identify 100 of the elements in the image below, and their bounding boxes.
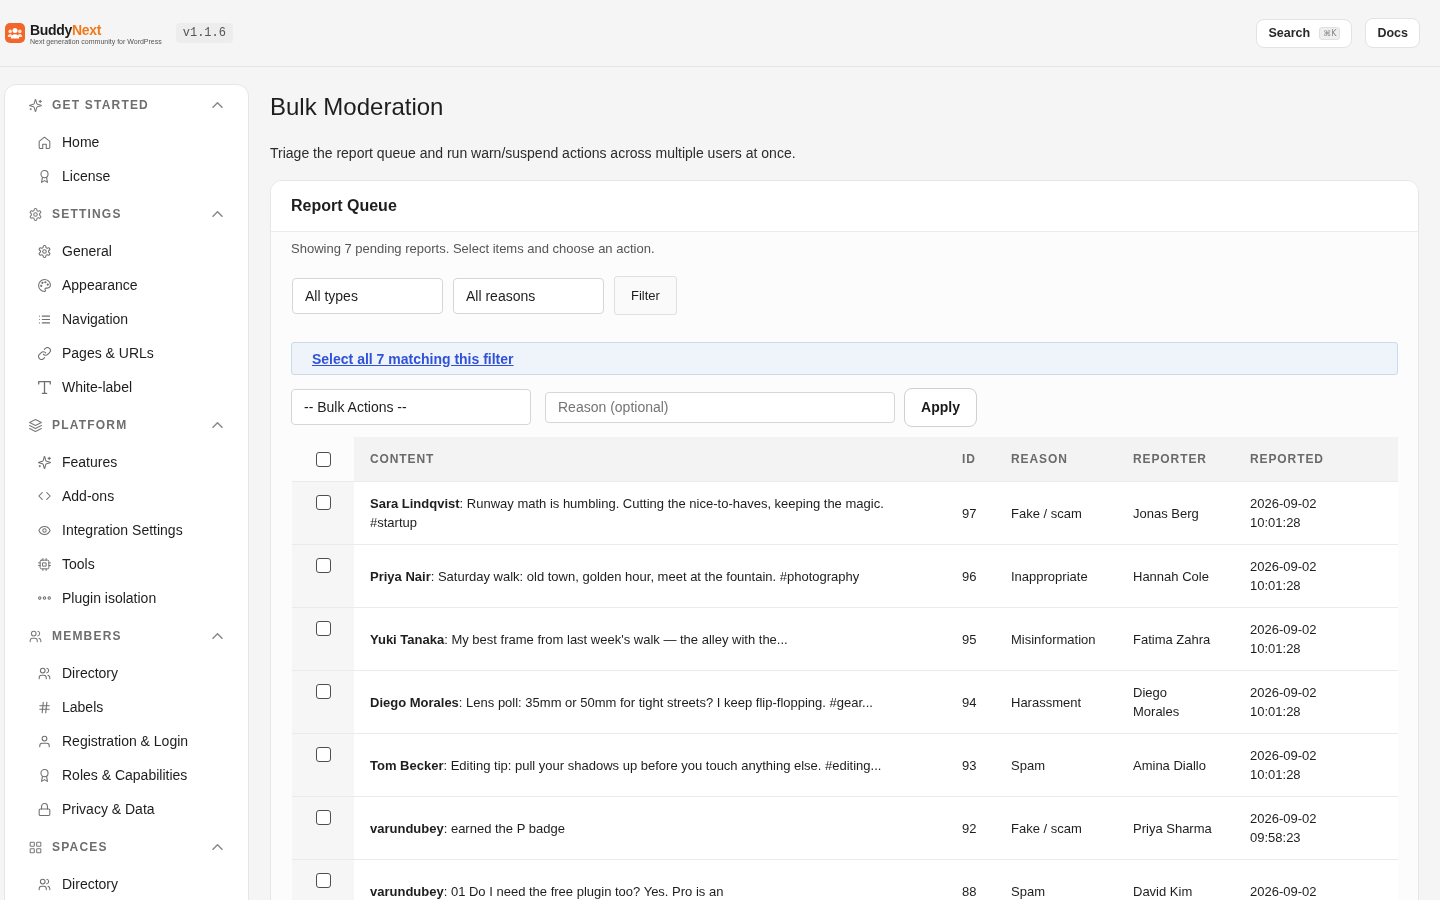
award-icon <box>37 768 51 782</box>
lock-icon <box>37 802 51 816</box>
table-cell: 2026-09-02 09:58:23 <box>1234 796 1398 860</box>
select-all-link[interactable]: Select all 7 matching this filter <box>312 350 514 367</box>
table-cell: Fatima Zahra <box>1117 607 1234 671</box>
nav-item[interactable]: Add-ons <box>15 479 238 513</box>
user-icon <box>37 734 51 748</box>
table-cell: 2026-09-02 10:01:28 <box>1234 544 1398 608</box>
section-toggle[interactable]: MEMBERS <box>5 622 248 650</box>
table-cell: Harassment <box>995 670 1117 734</box>
table-cell: 93 <box>946 733 995 797</box>
nav-item[interactable]: Plugin isolation <box>15 581 238 615</box>
filter-button[interactable]: Filter <box>614 276 677 315</box>
table-cell: Spam <box>995 733 1117 797</box>
table-cell: Tom Becker: Editing tip: pull your shadows up before you touch anything else. #editing... <box>354 733 946 797</box>
nav-item[interactable]: Navigation <box>15 302 238 336</box>
checkbox[interactable] <box>315 621 331 636</box>
table-cell: Diego Morales <box>1117 670 1234 734</box>
summary-text: Showing 7 pending reports. Select items and choose an action. <box>291 240 656 258</box>
nav-item[interactable]: Features <box>15 445 238 479</box>
column-header: ID <box>946 437 995 482</box>
table-cell: 94 <box>946 670 995 734</box>
type-icon <box>37 380 51 394</box>
nav-item[interactable]: License <box>15 159 238 193</box>
section-toggle[interactable]: GET STARTED <box>5 91 248 119</box>
table-cell: Spam <box>995 859 1117 900</box>
section-toggle[interactable]: SETTINGS <box>5 200 248 228</box>
page-title: Bulk Moderation <box>270 92 445 122</box>
nav-item[interactable]: Integration Settings <box>15 513 238 547</box>
palette-icon <box>37 278 51 292</box>
users-icon <box>37 877 51 891</box>
home-icon <box>37 135 51 149</box>
bulk-action-select[interactable]: -- Bulk Actions -- <box>291 389 531 425</box>
reason-select[interactable]: All reasons <box>453 277 604 314</box>
nav-item[interactable]: Appearance <box>15 268 238 302</box>
checkbox[interactable] <box>315 495 331 510</box>
checkbox[interactable] <box>315 873 331 888</box>
table-cell: Diego Morales: Lens poll: 35mm or 50mm for tight streets? I keep flip-flopping. #gear... <box>354 670 946 734</box>
docs-button[interactable]: Docs <box>1365 18 1420 48</box>
logo-icon <box>5 23 25 43</box>
section-toggle[interactable]: PLATFORM <box>5 411 248 439</box>
section-toggle[interactable]: SPACES <box>5 833 248 861</box>
nav-item[interactable]: Home <box>15 125 238 159</box>
table-cell: Sara Lindqvist: Runway math is humbling. Cutting the nice-to-haves, keeping the magic. #startup <box>354 481 946 545</box>
nav-item[interactable]: General <box>15 234 238 268</box>
table-cell: 95 <box>946 607 995 671</box>
table-cell: Inappropriate <box>995 544 1117 608</box>
nav-item[interactable]: Tools <box>15 547 238 581</box>
table-cell: Yuki Tanaka: My best frame from last week's walk — the alley with the... <box>354 607 946 671</box>
checkbox[interactable] <box>315 451 331 467</box>
type-select[interactable]: All types <box>292 277 443 314</box>
award-icon <box>37 169 51 183</box>
column-header: REPORTER <box>1117 437 1234 482</box>
column-header: CONTENT <box>354 437 946 482</box>
nav-item[interactable]: Roles & Capabilities <box>15 758 238 792</box>
nav-item[interactable]: Pages & URLs <box>15 336 238 370</box>
users-icon <box>37 666 51 680</box>
table-cell: varundubey: earned the P badge <box>354 796 946 860</box>
eye-icon <box>37 525 51 535</box>
table-cell: 2026-09-02 10:01:28 <box>1234 481 1398 545</box>
nav-item[interactable]: Registration & Login <box>15 724 238 758</box>
hash-icon <box>37 700 51 714</box>
grid-icon <box>29 840 42 854</box>
link-icon <box>37 346 51 360</box>
apply-button[interactable]: Apply <box>904 387 977 427</box>
checkbox[interactable] <box>315 558 331 573</box>
table-cell: Fake / scam <box>995 796 1117 860</box>
table-cell: Hannah Cole <box>1117 544 1234 608</box>
nav-item[interactable]: Directory <box>15 867 238 900</box>
table-cell: Jonas Berg <box>1117 481 1234 545</box>
sparkle-icon <box>29 98 42 112</box>
table-cell: 2026-09-02 10:01:28 <box>1234 670 1398 734</box>
dots-icon <box>37 596 51 600</box>
table-cell: Misinformation <box>995 607 1117 671</box>
table-cell: Priya Nair: Saturday walk: old town, golden hour, meet at the fountain. #photography <box>354 544 946 608</box>
list-icon <box>37 314 51 324</box>
nav-item[interactable]: White-label <box>15 370 238 404</box>
logo-wordmark: BuddyNext <box>30 22 103 37</box>
page-description: Triage the report queue and run warn/suspend actions across multiple users at once. <box>270 144 797 163</box>
table-cell: 2026-09-02 <box>1234 859 1398 900</box>
shortcut-key: ⌘K <box>1319 26 1341 40</box>
table-cell: Priya Sharma <box>1117 796 1234 860</box>
table-cell: 96 <box>946 544 995 608</box>
nav-item[interactable]: Privacy & Data <box>15 792 238 826</box>
layers-icon <box>29 418 42 432</box>
column-header: REASON <box>995 437 1117 482</box>
checkbox[interactable] <box>315 747 331 762</box>
version-badge: v1.1.6 <box>175 23 233 43</box>
checkbox[interactable] <box>315 810 331 825</box>
table-cell: varundubey: 01 Do I need the free plugin too? Yes. Pro is an <box>354 859 946 900</box>
code-icon <box>37 492 51 500</box>
table-cell: 97 <box>946 481 995 545</box>
users-icon <box>29 629 42 643</box>
reason-input[interactable]: Reason (optional) <box>545 391 895 423</box>
search-button[interactable]: Search ⌘K <box>1256 18 1353 48</box>
table-cell: 88 <box>946 859 995 900</box>
nav-item[interactable]: Labels <box>15 690 238 724</box>
nav-item[interactable]: Directory <box>15 656 238 690</box>
card-title: Report Queue <box>291 197 397 215</box>
checkbox[interactable] <box>315 684 331 699</box>
